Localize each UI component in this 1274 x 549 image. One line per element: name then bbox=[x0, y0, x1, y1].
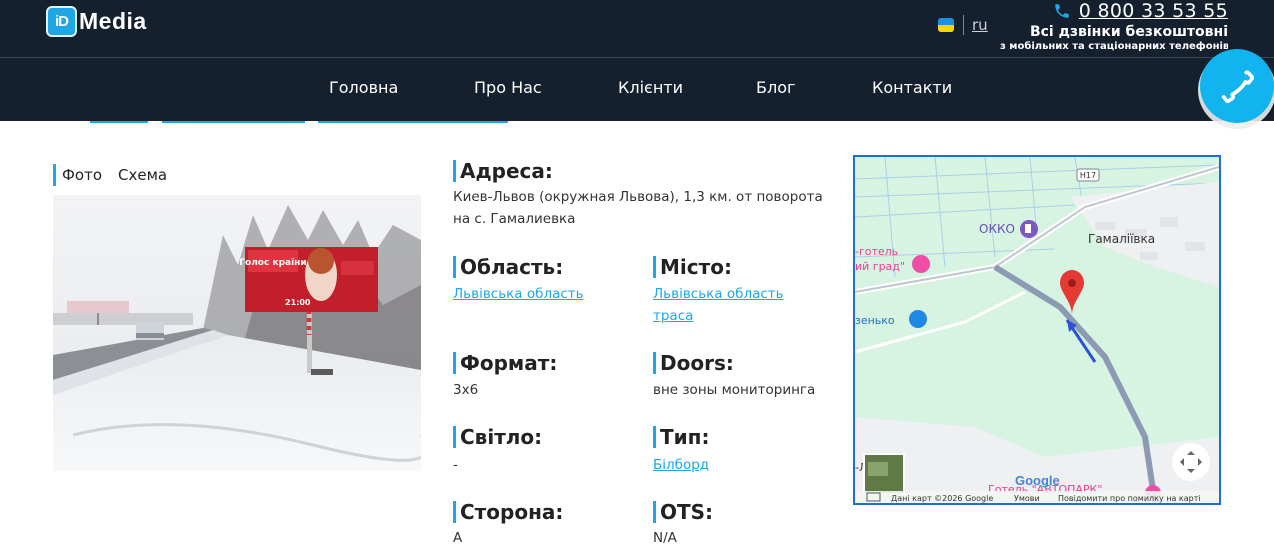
type-title: Тип: bbox=[653, 426, 709, 448]
breadcrumb-link-cut[interactable] bbox=[162, 121, 305, 123]
format-value: 3x6 bbox=[453, 382, 479, 398]
billboard-time: 21:00 bbox=[285, 298, 311, 307]
map-attribution: Дані карт ©2026 Google bbox=[891, 494, 993, 503]
billboard-title: Голос країни bbox=[239, 258, 306, 268]
type-link[interactable]: Білборд bbox=[653, 454, 709, 476]
phone-handset-icon bbox=[1221, 70, 1254, 103]
region-title: Область: bbox=[453, 256, 563, 278]
map-report[interactable]: Повідомити про помилку на карті bbox=[1058, 494, 1201, 503]
language-switcher: ru bbox=[938, 14, 988, 36]
nav-item-contacts[interactable]: Контакти bbox=[872, 78, 952, 97]
map-hotel-left-1[interactable]: -готель bbox=[855, 245, 898, 258]
map-place-shop[interactable]: зенько bbox=[855, 314, 895, 327]
main-nav: Головна Про Нас Клієнти Блог Контакти bbox=[0, 57, 1274, 121]
address-title: Адреса: bbox=[453, 160, 553, 182]
city-title: Місто: bbox=[653, 256, 732, 278]
city-link-region[interactable]: Львівська область bbox=[653, 283, 784, 305]
map-okko[interactable]: ОККО bbox=[979, 222, 1015, 236]
nav-item-clients[interactable]: Клієнти bbox=[618, 78, 683, 97]
tab-scheme[interactable]: Схема bbox=[118, 166, 167, 184]
phone-icon bbox=[1055, 4, 1069, 18]
location-map[interactable]: H17 ОККО Гамаліївка -готель ий град" зен… bbox=[853, 155, 1221, 505]
phone-number-link[interactable]: 0 800 33 53 55 bbox=[1079, 0, 1228, 22]
light-value: - bbox=[453, 457, 458, 473]
ukraine-flag-icon[interactable] bbox=[938, 18, 954, 32]
map-road-label: H17 bbox=[1080, 171, 1096, 180]
nav-item-home[interactable]: Головна bbox=[329, 78, 398, 97]
logo-text: Media bbox=[79, 8, 147, 34]
logo[interactable]: iD Media bbox=[46, 6, 147, 37]
light-title: Світло: bbox=[453, 426, 542, 448]
lang-divider bbox=[963, 15, 964, 35]
nav-item-about[interactable]: Про Нас bbox=[474, 78, 542, 97]
map-hotel-left-2[interactable]: ий град" bbox=[855, 260, 905, 273]
call-button[interactable] bbox=[1200, 49, 1274, 123]
doors-title: Doors: bbox=[653, 352, 734, 374]
map-village: Гамаліївка bbox=[1088, 232, 1155, 246]
google-logo: Google bbox=[1015, 473, 1060, 488]
nav-item-blog[interactable]: Блог bbox=[756, 78, 795, 97]
breadcrumb-link-cut[interactable] bbox=[318, 121, 508, 123]
free-calls-text: Всі дзвінки безкоштовні bbox=[1029, 24, 1228, 40]
map-terms[interactable]: Умови bbox=[1014, 494, 1040, 503]
side-value: A bbox=[453, 530, 463, 546]
format-title: Формат: bbox=[453, 352, 557, 374]
ots-title: OTS: bbox=[653, 501, 713, 523]
contact-block: 0 800 33 53 55 Всі дзвінки безкоштовні з… bbox=[988, 0, 1228, 53]
lang-ru-link[interactable]: ru bbox=[972, 16, 988, 34]
address-line-1: Киев-Львов (окружная Львова), 1,3 км. от… bbox=[453, 189, 823, 205]
free-calls-subtext: з мобільних та стаціонарних телефонів bbox=[1000, 41, 1228, 52]
address-line-2: на с. Гамалиевка bbox=[453, 211, 576, 227]
logo-badge: iD bbox=[46, 6, 77, 37]
region-link[interactable]: Львівська область bbox=[453, 283, 584, 305]
tab-photo[interactable]: Фото bbox=[62, 166, 102, 184]
site-header: iD Media ru 0 800 33 53 55 Всі дзвінки б… bbox=[0, 0, 1274, 57]
media-tabs: Фото Схема bbox=[53, 164, 177, 186]
breadcrumb-link-cut[interactable] bbox=[90, 121, 148, 123]
ots-value: N/A bbox=[653, 530, 677, 546]
billboard-photo: Голос країни 21:00 bbox=[53, 195, 421, 471]
city-link-highway[interactable]: траса bbox=[653, 305, 693, 327]
doors-value: вне зоны мониторинга bbox=[653, 382, 816, 398]
side-title: Сторона: bbox=[453, 501, 563, 523]
